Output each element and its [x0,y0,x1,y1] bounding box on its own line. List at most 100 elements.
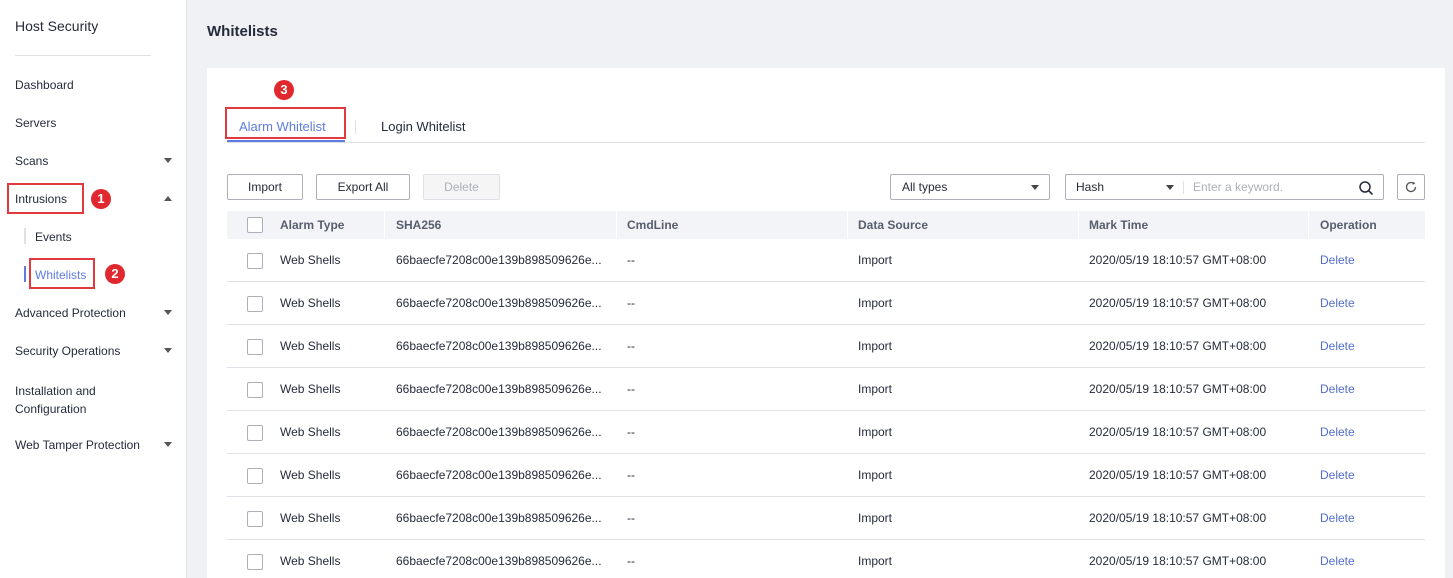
sidebar-item-installation-line1: Installation and [15,384,96,398]
tab-login-whitelist[interactable]: Login Whitelist [381,119,466,134]
table-row: Web Shells 66baecfe7208c00e139b898509626e… [227,325,1425,368]
chevron-down-icon [1031,185,1039,190]
table-body: Web Shells 66baecfe7208c00e139b898509626e… [227,239,1425,578]
table-row: Web Shells 66baecfe7208c00e139b898509626e… [227,497,1425,540]
refresh-icon [1405,181,1417,193]
cell-cmdline: -- [627,296,635,310]
callout-badge-2: 2 [105,264,125,284]
tabs-divider [227,142,1425,143]
sidebar-item-advanced-protection[interactable]: Advanced Protection [15,306,126,320]
sidebar-item-installation-line2: Configuration [15,402,87,416]
delete-link[interactable]: Delete [1320,282,1355,325]
export-all-button[interactable]: Export All [316,174,410,200]
callout-box-alarm-whitelist [225,107,346,139]
row-checkbox[interactable] [247,382,263,398]
cell-data-source: Import [858,554,893,568]
cell-sha256: 66baecfe7208c00e139b898509626e... [396,339,602,353]
submenu-active-indicator [24,266,26,282]
select-all-checkbox[interactable] [247,217,263,233]
search-field-select[interactable]: Hash [1076,175,1104,199]
row-checkbox[interactable] [247,511,263,527]
cell-mark-time: 2020/05/19 18:10:57 GMT+08:00 [1089,468,1267,482]
delete-link[interactable]: Delete [1320,454,1355,497]
column-divider [1308,211,1309,239]
cell-mark-time: 2020/05/19 18:10:57 GMT+08:00 [1089,511,1267,525]
cell-alarm-type: Web Shells [280,296,341,310]
table-row: Web Shells 66baecfe7208c00e139b898509626e… [227,540,1425,578]
delete-link[interactable]: Delete [1320,368,1355,411]
cell-data-source: Import [858,253,893,267]
chevron-down-icon[interactable] [164,158,172,163]
column-header-alarm-type: Alarm Type [280,218,345,232]
cell-sha256: 66baecfe7208c00e139b898509626e... [396,382,602,396]
cell-sha256: 66baecfe7208c00e139b898509626e... [396,554,602,568]
cell-cmdline: -- [627,253,635,267]
chevron-down-icon[interactable] [164,442,172,447]
search-separator [1183,181,1184,194]
delete-link[interactable]: Delete [1320,540,1355,578]
cell-alarm-type: Web Shells [280,339,341,353]
delete-link[interactable]: Delete [1320,411,1355,454]
submenu-guide [24,228,26,244]
cell-alarm-type: Web Shells [280,468,341,482]
sidebar-item-dashboard[interactable]: Dashboard [15,78,74,92]
cell-alarm-type: Web Shells [280,382,341,396]
cell-cmdline: -- [627,425,635,439]
delete-button[interactable]: Delete [423,174,500,200]
type-filter-select[interactable]: All types [890,174,1050,200]
callout-badge-3: 3 [274,80,294,100]
cell-data-source: Import [858,339,893,353]
chevron-up-icon[interactable] [164,196,172,201]
table-row: Web Shells 66baecfe7208c00e139b898509626e… [227,411,1425,454]
sidebar-item-security-operations[interactable]: Security Operations [15,344,120,358]
cell-sha256: 66baecfe7208c00e139b898509626e... [396,425,602,439]
cell-mark-time: 2020/05/19 18:10:57 GMT+08:00 [1089,554,1267,568]
table-row: Web Shells 66baecfe7208c00e139b898509626e… [227,454,1425,497]
row-checkbox[interactable] [247,468,263,484]
refresh-button[interactable] [1397,174,1425,200]
cell-sha256: 66baecfe7208c00e139b898509626e... [396,511,602,525]
row-checkbox[interactable] [247,296,263,312]
sidebar-item-scans[interactable]: Scans [15,154,48,168]
chevron-down-icon[interactable] [1166,185,1174,190]
delete-link[interactable]: Delete [1320,325,1355,368]
search-icon[interactable] [1358,180,1374,196]
row-checkbox[interactable] [247,339,263,355]
table-row: Web Shells 66baecfe7208c00e139b898509626e… [227,239,1425,282]
table-row: Web Shells 66baecfe7208c00e139b898509626e… [227,368,1425,411]
cell-mark-time: 2020/05/19 18:10:57 GMT+08:00 [1089,382,1267,396]
column-header-sha256: SHA256 [396,218,442,232]
chevron-down-icon[interactable] [164,348,172,353]
cell-data-source: Import [858,425,893,439]
delete-link[interactable]: Delete [1320,497,1355,540]
row-checkbox[interactable] [247,253,263,269]
search-input[interactable] [1193,178,1353,196]
callout-box-whitelists [29,258,95,289]
sidebar-item-web-tamper-protection[interactable]: Web Tamper Protection [15,438,140,452]
cell-sha256: 66baecfe7208c00e139b898509626e... [396,468,602,482]
cell-cmdline: -- [627,382,635,396]
cell-alarm-type: Web Shells [280,253,341,267]
page-title: Whitelists [207,23,278,40]
column-divider [1078,211,1079,239]
cell-mark-time: 2020/05/19 18:10:57 GMT+08:00 [1089,339,1267,353]
cell-cmdline: -- [627,511,635,525]
search-group: Hash [1065,174,1384,200]
chevron-down-icon[interactable] [164,310,172,315]
sidebar-item-events[interactable]: Events [35,230,72,244]
import-button[interactable]: Import [227,174,303,200]
sidebar-item-servers[interactable]: Servers [15,116,56,130]
delete-link[interactable]: Delete [1320,239,1355,282]
sidebar-title: Host Security [15,18,99,34]
row-checkbox[interactable] [247,425,263,441]
main-card: Alarm Whitelist Login Whitelist Import E… [207,68,1445,578]
row-checkbox[interactable] [247,554,263,570]
column-divider [384,211,385,239]
cell-sha256: 66baecfe7208c00e139b898509626e... [396,253,602,267]
cell-cmdline: -- [627,554,635,568]
sidebar-item-installation[interactable]: Installation and Configuration [15,382,96,418]
column-divider [616,211,617,239]
callout-box-intrusions [7,183,84,214]
whitelist-table: Alarm Type SHA256 CmdLine Data Source Ma… [227,211,1425,578]
column-divider [847,211,848,239]
